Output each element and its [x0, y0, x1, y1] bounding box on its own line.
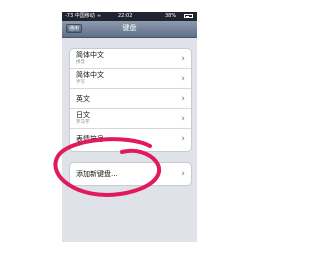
- phone-screen: -73 中国移动 ≈ 22:02 38% 通用 键盘 简体中文 拼音 › 简体中…: [62, 12, 197, 242]
- keyboard-row-japanese[interactable]: 日文 罗马字 ›: [70, 109, 191, 129]
- navigation-bar: 通用 键盘: [62, 21, 197, 38]
- keyboard-row-chinese-handwriting[interactable]: 简体中文 手写 ›: [70, 69, 191, 89]
- keyboard-title: 简体中文: [76, 71, 104, 79]
- add-keyboard-label: 添加新键盘...: [76, 170, 118, 178]
- keyboard-subtitle: 罗马字: [76, 120, 90, 125]
- chevron-right-icon: ›: [181, 94, 185, 104]
- battery-icon: [184, 14, 193, 18]
- keyboard-subtitle: 拼音: [76, 60, 85, 65]
- chevron-right-icon: ›: [181, 54, 185, 64]
- keyboard-title: 简体中文: [76, 51, 104, 59]
- chevron-right-icon: ›: [181, 74, 185, 84]
- add-keyboard-group: 添加新键盘... ›: [69, 162, 192, 186]
- status-bar: -73 中国移动 ≈ 22:02 38%: [62, 12, 197, 21]
- keyboard-title: 英文: [76, 95, 90, 103]
- carrier-signal: -73 中国移动: [65, 13, 95, 19]
- keyboard-row-chinese-pinyin[interactable]: 简体中文 拼音 ›: [70, 49, 191, 69]
- keyboard-row-emoji[interactable]: 表情符号 ›: [70, 129, 191, 149]
- status-time: 22:02: [118, 13, 133, 19]
- chevron-right-icon: ›: [181, 114, 185, 124]
- add-keyboard-row[interactable]: 添加新键盘... ›: [70, 163, 191, 185]
- keyboard-subtitle: 手写: [76, 80, 85, 85]
- keyboard-row-english[interactable]: 英文 ›: [70, 89, 191, 109]
- keyboard-title: 表情符号: [76, 135, 104, 143]
- wifi-icon: ≈: [97, 13, 102, 19]
- page-title: 键盘: [122, 24, 137, 32]
- chevron-right-icon: ›: [181, 169, 185, 179]
- keyboard-title: 日文: [76, 111, 90, 119]
- keyboard-list: 简体中文 拼音 › 简体中文 手写 › 英文 › 日文 罗马字 › 表情符号 ›: [69, 48, 192, 152]
- battery-percent: 38%: [165, 13, 177, 19]
- chevron-right-icon: ›: [181, 134, 185, 144]
